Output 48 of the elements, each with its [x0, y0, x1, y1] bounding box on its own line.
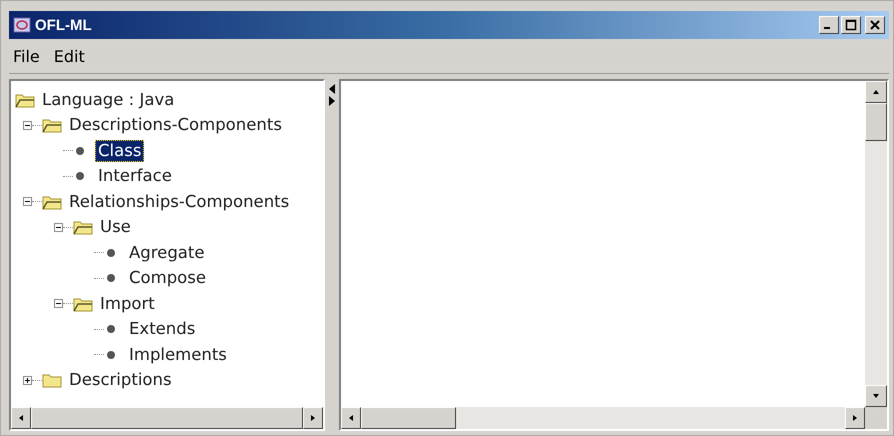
left-arrow-icon[interactable] [347, 414, 355, 422]
tree-item[interactable]: Class [95, 140, 144, 162]
leaf-dot-icon [106, 324, 116, 334]
down-arrow-icon[interactable] [872, 392, 880, 400]
minimize-button[interactable] [819, 16, 839, 34]
menu-item[interactable]: Edit [54, 46, 85, 66]
horizontal-scrollbar[interactable] [341, 407, 865, 429]
expand-handle-icon[interactable] [23, 376, 32, 385]
tree-item[interactable]: Compose [126, 267, 210, 290]
tree-item[interactable]: Descriptions-Components [66, 114, 285, 136]
window-title: OFL-ML [35, 16, 92, 34]
tree-item[interactable]: Descriptions [66, 369, 175, 392]
expand-handle-icon[interactable] [23, 197, 32, 206]
leaf-dot-icon [75, 171, 85, 182]
right-arrow-icon[interactable] [851, 414, 859, 422]
maximize-icon [845, 19, 857, 31]
tree-item[interactable]: Agregate [126, 242, 208, 264]
expand-handle-icon[interactable] [54, 222, 63, 232]
scroll-thumb[interactable] [865, 103, 887, 141]
tree-item[interactable]: Language : Java [39, 88, 178, 111]
folder-icon [73, 296, 93, 312]
leaf-dot-icon [75, 146, 85, 156]
up-arrow-icon[interactable] [872, 88, 880, 96]
folder-icon [42, 194, 62, 210]
close-icon [869, 19, 881, 31]
tree-item[interactable]: Use [97, 216, 134, 238]
folder-icon [42, 372, 62, 388]
tree-item[interactable]: Extends [126, 318, 198, 340]
app-icon [13, 17, 31, 33]
leaf-dot-icon [106, 350, 116, 360]
folder-icon [42, 117, 62, 134]
leaf-dot-icon [106, 273, 116, 284]
right-arrow-icon[interactable] [309, 414, 317, 422]
maximize-button[interactable] [841, 16, 861, 34]
tree-item[interactable]: Import [97, 292, 158, 315]
expand-handle-icon[interactable] [54, 299, 63, 308]
tree-item[interactable]: Relationships-Components [66, 190, 292, 213]
left-arrow-icon[interactable] [17, 414, 25, 422]
minimize-icon [824, 27, 830, 29]
leaf-dot-icon [106, 248, 116, 258]
menu-item[interactable]: File [13, 46, 40, 66]
expand-handle-icon[interactable] [23, 120, 32, 130]
folder-icon [73, 219, 93, 236]
vertical-scrollbar[interactable] [865, 81, 887, 407]
close-button[interactable] [865, 16, 885, 34]
tree-item[interactable]: Interface [95, 165, 175, 188]
tree-item[interactable]: Implements [126, 344, 230, 366]
horizontal-scrollbar[interactable] [11, 407, 323, 429]
